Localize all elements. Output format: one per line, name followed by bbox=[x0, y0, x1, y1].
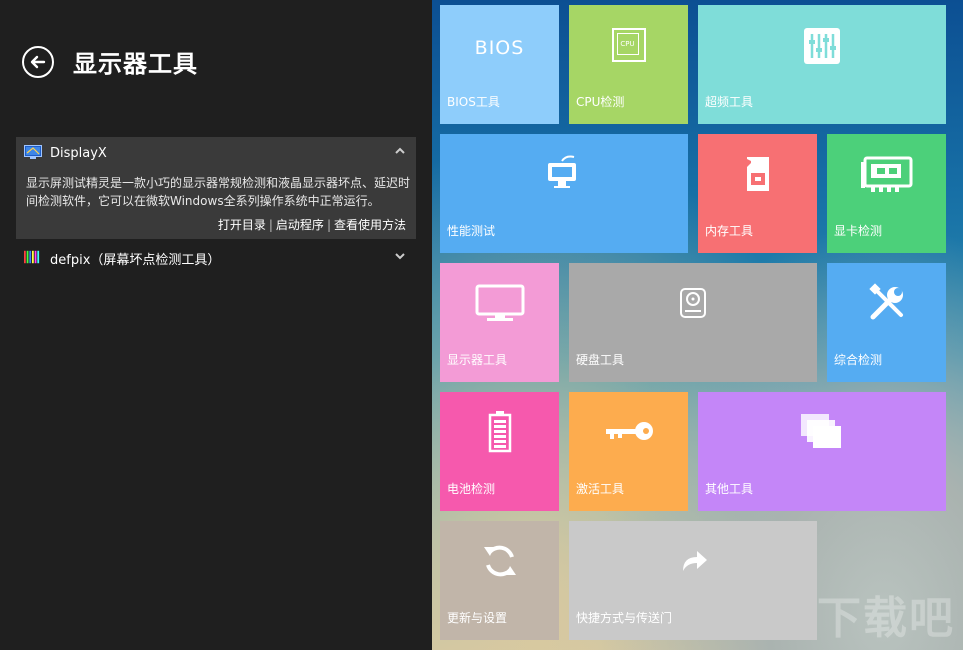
view-usage-link[interactable]: 查看使用方法 bbox=[334, 218, 406, 232]
tile-label: 快捷方式与传送门 bbox=[576, 611, 673, 625]
link-separator: | bbox=[268, 218, 273, 232]
open-folder-link[interactable]: 打开目录 bbox=[218, 218, 266, 232]
cpu-chip-icon: CPU bbox=[611, 28, 646, 62]
bios-icon: BIOS bbox=[474, 37, 525, 59]
stacked-windows-icon bbox=[801, 414, 841, 448]
tile-label: 超频工具 bbox=[705, 95, 754, 109]
battery-icon bbox=[488, 411, 511, 453]
graphics-card-icon bbox=[860, 156, 912, 192]
key-icon bbox=[605, 422, 653, 440]
monitor-performance-icon bbox=[548, 155, 576, 188]
back-button[interactable] bbox=[22, 46, 54, 78]
memory-card-icon bbox=[746, 157, 769, 191]
tile-monitor-tools[interactable]: 显示器工具 bbox=[440, 263, 559, 382]
tile-activation-tools[interactable]: 激活工具 bbox=[569, 392, 688, 511]
chevron-down-icon[interactable] bbox=[394, 250, 406, 262]
tile-gpu-detect[interactable]: 显卡检测 bbox=[827, 134, 946, 253]
tile-overclock-tools[interactable]: 超频工具 bbox=[698, 5, 946, 124]
hard-disk-icon bbox=[680, 288, 706, 318]
share-arrow-icon bbox=[683, 551, 707, 571]
tile-label: CPU检测 bbox=[576, 95, 625, 109]
tile-label: 其他工具 bbox=[705, 482, 754, 496]
chevron-up-icon[interactable] bbox=[394, 145, 406, 157]
tile-label: 内存工具 bbox=[705, 224, 754, 238]
tile-memory-tools[interactable]: 内存工具 bbox=[698, 134, 817, 253]
tool-item-defpix[interactable]: defpix（屏幕坏点检测工具） bbox=[16, 245, 416, 269]
left-panel: 显示器工具 DisplayX 显示屏测试精灵是一款小巧的显示器常规检测和液晶显示… bbox=[0, 0, 432, 650]
back-arrow-circle-icon bbox=[30, 55, 46, 69]
tile-label: 电池检测 bbox=[447, 482, 496, 496]
watermark-logo: 下载吧 bbox=[817, 593, 955, 644]
tool-item-title: DisplayX bbox=[50, 146, 107, 161]
tile-label: 显示器工具 bbox=[447, 353, 508, 367]
cpu-chip-text: CPU bbox=[616, 33, 639, 55]
tile-performance-test[interactable]: 性能测试 bbox=[440, 134, 688, 253]
tile-label: 激活工具 bbox=[576, 482, 625, 496]
tile-bios-tools[interactable]: BIOS BIOS工具 bbox=[440, 5, 559, 124]
tile-shortcuts-portal[interactable]: 快捷方式与传送门 bbox=[569, 521, 817, 640]
page-title: 显示器工具 bbox=[73, 50, 198, 78]
link-separator: | bbox=[326, 218, 331, 232]
monitor-app-icon bbox=[24, 145, 42, 159]
tile-label: 显卡检测 bbox=[834, 224, 883, 238]
refresh-icon bbox=[483, 545, 516, 577]
tool-item-displayx: DisplayX 显示屏测试精灵是一款小巧的显示器常规检测和液晶显示器坏点、延迟… bbox=[16, 137, 416, 239]
tile-comprehensive-detect[interactable]: 综合检测 bbox=[827, 263, 946, 382]
tile-label: 性能测试 bbox=[447, 224, 496, 238]
tile-other-tools[interactable]: 其他工具 bbox=[698, 392, 946, 511]
tile-battery-detect[interactable]: 电池检测 bbox=[440, 392, 559, 511]
tool-item-description: 显示屏测试精灵是一款小巧的显示器常规检测和液晶显示器坏点、延迟时间检测软件，它可… bbox=[26, 176, 411, 208]
tile-label: 综合检测 bbox=[834, 353, 883, 367]
monitor-icon bbox=[475, 284, 524, 321]
launch-program-link[interactable]: 启动程序 bbox=[276, 218, 324, 232]
tile-label: 硬盘工具 bbox=[576, 353, 625, 367]
equalizer-sliders-icon bbox=[804, 28, 840, 64]
tool-item-header[interactable]: DisplayX bbox=[16, 137, 416, 169]
tile-label: 更新与设置 bbox=[447, 611, 508, 625]
tile-disk-tools[interactable]: 硬盘工具 bbox=[569, 263, 817, 382]
tile-update-settings[interactable]: 更新与设置 bbox=[440, 521, 559, 640]
tile-cpu-detect[interactable]: CPU CPU检测 bbox=[569, 5, 688, 124]
tool-item-links: 打开目录 | 启动程序 | 查看使用方法 bbox=[218, 216, 406, 233]
wrench-screwdriver-icon bbox=[868, 283, 903, 320]
tile-label: BIOS工具 bbox=[447, 95, 500, 109]
tile-area: BIOS BIOS工具 CPU CPU检测 超频工具 性能测试 内存工具 显卡检… bbox=[432, 0, 963, 650]
tool-item-title: defpix（屏幕坏点检测工具） bbox=[50, 253, 221, 268]
color-bars-app-icon bbox=[24, 250, 40, 264]
